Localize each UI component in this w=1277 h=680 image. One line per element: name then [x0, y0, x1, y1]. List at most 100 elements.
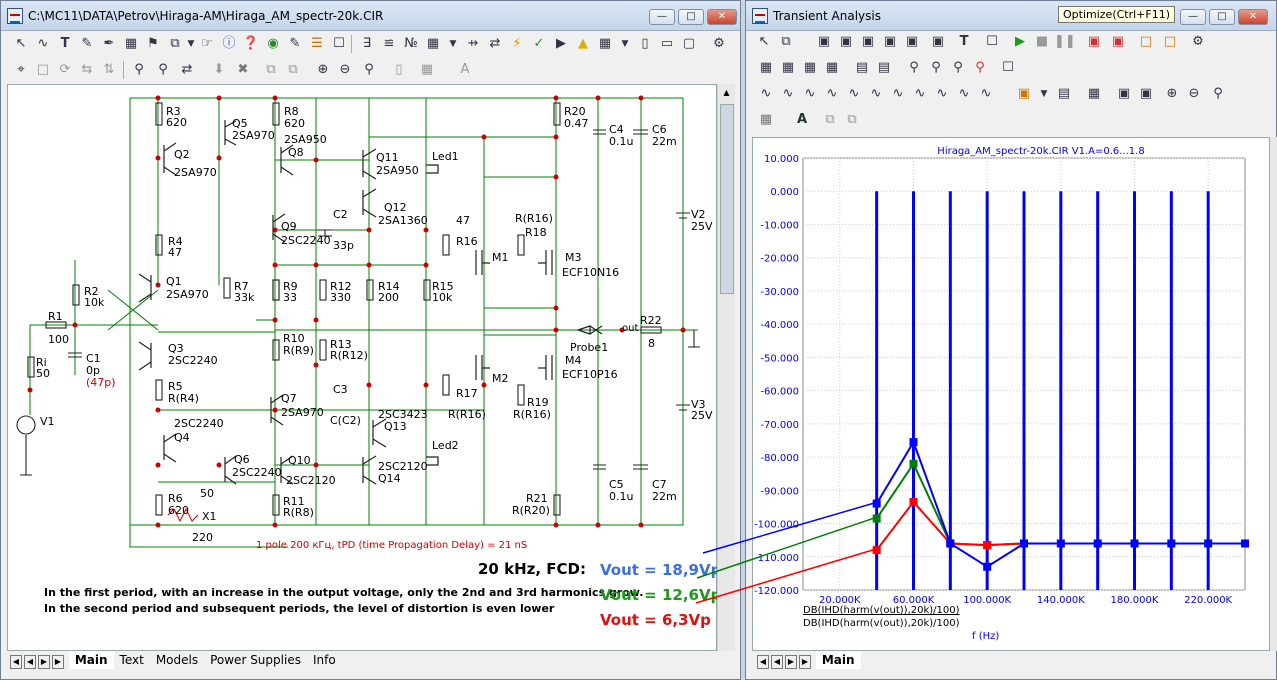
stop-icon[interactable]: ✖: [233, 60, 253, 80]
maximize-icon-2[interactable]: □: [1209, 9, 1235, 25]
pin-icon[interactable]: ⇸: [463, 34, 483, 54]
prev-tab-icon-2[interactable]: ◀: [771, 655, 783, 669]
component-icon[interactable]: ▦: [121, 34, 141, 54]
run-icon[interactable]: ▶: [551, 34, 571, 54]
minimize-icon[interactable]: —: [649, 9, 675, 25]
draw-icon[interactable]: ✒: [99, 34, 119, 54]
tag-icon[interactable]: ▣: [1014, 84, 1034, 104]
grid-toggle-icon[interactable]: ▦: [417, 60, 437, 80]
node-icon[interactable]: ∃: [357, 34, 377, 54]
text-icon[interactable]: T: [55, 34, 75, 54]
font-icon[interactable]: A: [455, 60, 475, 80]
window-icon[interactable]: ▢: [679, 34, 699, 54]
layer-icon[interactable]: ⧉: [261, 60, 281, 80]
box-icon[interactable]: □: [33, 60, 53, 80]
next-tab-icon-2[interactable]: ▶: [785, 655, 797, 669]
fit2-icon[interactable]: ▣: [1136, 84, 1156, 104]
dropdown2-icon[interactable]: ▼: [443, 34, 463, 54]
down-icon[interactable]: ⬇: [209, 60, 229, 80]
curve-icon[interactable]: ≌: [379, 34, 399, 54]
props-icon-3[interactable]: ☐: [998, 58, 1018, 78]
tab-models[interactable]: Models: [150, 651, 204, 669]
first-tab-icon-2[interactable]: ◀: [757, 655, 769, 669]
dropdown-icon-2[interactable]: ▼: [1034, 84, 1054, 104]
valley-icon[interactable]: ∿: [778, 84, 798, 104]
plot-canvas[interactable]: Hiraga_AM_spectr-20k.CIR V1.A=0.6...1.8 …: [752, 137, 1270, 651]
info-icon[interactable]: ⓘ: [219, 34, 239, 54]
play-icon[interactable]: ▶: [1010, 32, 1030, 52]
copy-icon-2[interactable]: ⧉: [776, 32, 796, 52]
layer-icon-2[interactable]: ⧉: [820, 110, 840, 130]
scale3-icon[interactable]: ▣: [880, 32, 900, 52]
scope-icon[interactable]: ▦: [756, 58, 776, 78]
panel-icon[interactable]: ▤: [1054, 84, 1074, 104]
last-tab-icon-2[interactable]: ▶: [799, 655, 811, 669]
swap-icon[interactable]: ⇄: [485, 34, 505, 54]
layer2-icon-2[interactable]: ⧉: [842, 110, 862, 130]
check-icon[interactable]: ✓: [529, 34, 549, 54]
tab-main[interactable]: Main: [68, 651, 114, 669]
region-icon[interactable]: ⌖: [11, 60, 31, 80]
mirror-icon[interactable]: ⇆: [77, 60, 97, 80]
high-icon[interactable]: ∿: [800, 84, 820, 104]
close-icon-2[interactable]: ✕: [1238, 9, 1268, 25]
scale-icon[interactable]: ▣: [836, 32, 856, 52]
select-icon-2[interactable]: ↖: [754, 32, 774, 52]
select-icon[interactable]: ↖: [11, 34, 31, 54]
vertical-scrollbar[interactable]: ▲: [717, 84, 735, 651]
cursor2-icon[interactable]: ▤: [874, 58, 894, 78]
frame-icon-2[interactable]: ▣: [814, 32, 834, 52]
plot-vscroll[interactable]: [1270, 137, 1277, 651]
schematic-canvas[interactable]: R3 620 Q5 2SA970 Q2 2SA970 R8 620 2SA950…: [7, 84, 721, 651]
prev-tab-icon[interactable]: ◀: [24, 655, 36, 669]
scale5-icon[interactable]: ▣: [928, 32, 948, 52]
replace-icon[interactable]: ⇄: [177, 60, 197, 80]
zoom2-icon[interactable]: ⚲: [926, 58, 946, 78]
warning-icon[interactable]: ▲: [573, 34, 593, 54]
font-icon-2[interactable]: A: [792, 110, 812, 130]
zoom-out-icon-2[interactable]: ⊖: [1184, 84, 1204, 104]
fit-icon[interactable]: ▣: [1114, 84, 1134, 104]
first-tab-icon[interactable]: ◀: [10, 655, 22, 669]
options-icon-2[interactable]: ⚙: [1188, 32, 1208, 52]
binoculars-icon[interactable]: ⚲: [153, 60, 173, 80]
box2-icon[interactable]: □: [1160, 32, 1180, 52]
dropdown3-icon[interactable]: ▼: [615, 34, 635, 54]
zoom-in-icon[interactable]: ⊕: [313, 60, 333, 80]
cursor-icon[interactable]: ▤: [852, 58, 872, 78]
minimize-icon-2[interactable]: —: [1180, 9, 1206, 25]
scope3-icon[interactable]: ▦: [800, 58, 820, 78]
tab-info[interactable]: Info: [307, 651, 342, 669]
pencil-icon[interactable]: ✎: [77, 34, 97, 54]
numbers-icon[interactable]: №: [401, 34, 421, 54]
wire-icon[interactable]: ∿: [33, 34, 53, 54]
text-icon-2[interactable]: T: [954, 32, 974, 52]
zoom-fit-icon[interactable]: ⚲: [359, 60, 379, 80]
options-icon[interactable]: ⚙: [709, 34, 729, 54]
scope2-icon[interactable]: ▦: [778, 58, 798, 78]
globe-icon[interactable]: ◉: [263, 34, 283, 54]
optimize-icon[interactable]: ▣: [1084, 32, 1104, 52]
maximize-icon[interactable]: □: [678, 9, 704, 25]
hand-icon[interactable]: ☞: [197, 34, 217, 54]
scale2-icon[interactable]: ▣: [858, 32, 878, 52]
last-tab-icon[interactable]: ▶: [52, 655, 64, 669]
low-icon[interactable]: ∿: [822, 84, 842, 104]
optimize2-icon[interactable]: ▣: [1108, 32, 1128, 52]
zoom-in-icon-2[interactable]: ⊕: [1162, 84, 1182, 104]
inflect-icon[interactable]: ∿: [844, 84, 864, 104]
flag-icon[interactable]: ⚑: [143, 34, 163, 54]
zoom3-icon[interactable]: ⚲: [948, 58, 968, 78]
tab-main-analysis[interactable]: Main: [815, 651, 861, 669]
curve-icon-2[interactable]: ∿: [976, 84, 996, 104]
layer2-icon[interactable]: ⧉: [283, 60, 303, 80]
frame-icon[interactable]: ▭: [657, 34, 677, 54]
pan-icon[interactable]: ▯: [389, 60, 409, 80]
zoom-icon[interactable]: ⚲: [904, 58, 924, 78]
slope-icon[interactable]: ∿: [954, 84, 974, 104]
props-icon-2[interactable]: ☐: [982, 32, 1002, 52]
tab-text[interactable]: Text: [114, 651, 150, 669]
find-icon[interactable]: ⚲: [129, 60, 149, 80]
pause-icon[interactable]: ❚❚: [1054, 32, 1076, 52]
top-icon[interactable]: ∿: [910, 84, 930, 104]
